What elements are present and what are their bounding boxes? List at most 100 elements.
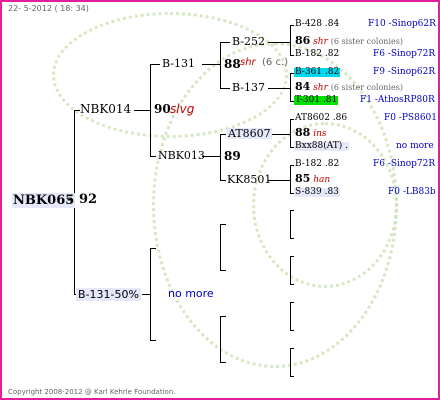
connector xyxy=(220,134,226,135)
connector xyxy=(220,270,226,271)
gen3-tag: han xyxy=(313,175,331,185)
gen3-value: 85 xyxy=(295,172,311,185)
connector xyxy=(290,165,291,193)
connector xyxy=(290,256,291,284)
gen4-id: T-301 xyxy=(295,95,321,105)
connector xyxy=(150,64,151,156)
gen4-score: .82 xyxy=(324,67,340,77)
connector xyxy=(150,64,160,65)
gen4-score: .83 xyxy=(324,187,339,197)
gen1-note-no-more: no more xyxy=(168,287,214,300)
connector xyxy=(290,25,291,55)
connector xyxy=(268,42,290,43)
connector xyxy=(290,376,294,377)
gen4-ref: F0 -PS8601 xyxy=(384,113,437,123)
gen4-id: AT8602 xyxy=(295,113,330,123)
connector xyxy=(134,110,150,111)
connector xyxy=(290,25,294,26)
gen3-detail-b137: 84 shr (6 sister colonies) xyxy=(295,81,403,93)
gen4-ref: F6 -Sinop72R xyxy=(373,49,436,59)
connector xyxy=(220,224,221,270)
gen4-node-at8602[interactable]: AT8602 .86 xyxy=(295,114,347,123)
gen4-node-t301[interactable]: T-301 .81 xyxy=(294,95,339,105)
connector xyxy=(290,119,294,120)
root-node[interactable]: NBK065 xyxy=(12,193,76,208)
gen3-value: 84 xyxy=(295,80,311,93)
connector xyxy=(220,362,226,363)
gen4-node-b182[interactable]: B-182 .82 xyxy=(295,50,339,59)
connector xyxy=(290,119,291,147)
connector xyxy=(142,294,150,295)
gen3-detail-b252: 86 shr (6 sister colonies) xyxy=(295,35,403,47)
gen3-node-at8607[interactable]: AT8607 xyxy=(227,128,272,139)
connector xyxy=(290,73,291,101)
gen3-tag: shr xyxy=(313,37,328,47)
connector xyxy=(290,302,291,330)
gen3-node-b137[interactable]: B-137 xyxy=(232,82,265,93)
pedigree-frame: 22- 5-2012 ( 18: 34) Copyright 2008-2012… xyxy=(0,0,440,400)
gen2-value-b131: 88 xyxy=(224,57,241,71)
watermark-bee-wing xyxy=(52,12,288,138)
gen3-node-kk8501[interactable]: KK8501 xyxy=(227,174,271,185)
gen4-ref: F10 -Sinop62R xyxy=(368,19,436,29)
root-dash: - xyxy=(67,192,73,207)
gen4-node-b361[interactable]: B-361 .82 xyxy=(294,67,341,77)
gen4-score: .82 xyxy=(324,49,340,59)
gen4-node-b182[interactable]: B-182 .82 xyxy=(295,160,339,169)
connector xyxy=(150,156,156,157)
connector xyxy=(220,42,230,43)
connector xyxy=(290,256,294,257)
connector xyxy=(150,248,151,340)
connector xyxy=(290,210,291,238)
report-date: 22- 5-2012 ( 18: 34) xyxy=(8,4,89,13)
gen1-node-nbk014[interactable]: NBK014 xyxy=(80,103,131,115)
connector xyxy=(290,238,294,239)
gen4-ref: no more xyxy=(396,141,434,151)
gen4-ref: F0 -LB83b xyxy=(388,187,436,197)
gen4-ref: F1 -AthosRP80R xyxy=(360,95,435,105)
gen3-detail-at8607: 88 ins xyxy=(295,127,326,139)
gen1-tag-nbk014: slvg xyxy=(170,102,195,116)
gen1-node-b131-50[interactable]: B-131-50% xyxy=(76,288,141,301)
gen4-score: .81 xyxy=(322,95,338,105)
gen2-colonies-b131: (6 c.) xyxy=(262,57,289,68)
connector xyxy=(290,348,291,376)
connector xyxy=(220,180,226,181)
connector xyxy=(268,88,290,89)
copyright-footer: Copyright 2008-2012 @ Karl Kehrle Founda… xyxy=(8,388,176,396)
gen4-node-s839[interactable]: S-839 .83 xyxy=(294,188,340,197)
gen3-tag: shr xyxy=(313,83,328,93)
gen4-id: Bxx88(AT) xyxy=(295,141,343,151)
gen3-detail-kk8501: 85 han xyxy=(295,173,330,185)
connector xyxy=(220,42,221,88)
connector xyxy=(290,55,294,56)
connector xyxy=(150,340,156,341)
gen4-score: .86 xyxy=(332,113,348,123)
connector xyxy=(150,248,156,249)
connector xyxy=(220,134,221,180)
gen4-node-b428[interactable]: B-428 .84 xyxy=(295,20,339,29)
gen4-score: .84 xyxy=(324,19,340,29)
gen3-value: 86 xyxy=(295,34,311,47)
connector xyxy=(220,316,226,317)
gen3-colonies: (6 sister colonies) xyxy=(330,83,403,92)
gen4-score: . xyxy=(345,141,348,151)
gen4-id: B-361 xyxy=(295,67,322,77)
gen4-score: .82 xyxy=(324,159,340,169)
gen2-node-b131[interactable]: B-131 xyxy=(162,58,195,69)
gen4-id: B-182 xyxy=(295,159,322,169)
connector xyxy=(290,348,294,349)
gen2-tag-b131: shr xyxy=(240,57,256,68)
gen4-node-bxx88[interactable]: Bxx88(AT) . xyxy=(294,142,349,151)
connector xyxy=(290,210,294,211)
gen3-tag: ins xyxy=(313,129,327,139)
connector xyxy=(290,302,294,303)
gen4-id: S-839 xyxy=(295,187,322,197)
gen3-node-b252[interactable]: B-252 xyxy=(232,36,265,47)
gen4-ref: F9 -Sinop62R xyxy=(373,67,436,77)
gen2-value-nbk013: 89 xyxy=(224,149,241,163)
gen4-id: B-428 xyxy=(295,19,322,29)
gen2-node-nbk013[interactable]: NBK013 xyxy=(158,150,205,161)
connector xyxy=(290,284,294,285)
connector xyxy=(202,64,220,65)
